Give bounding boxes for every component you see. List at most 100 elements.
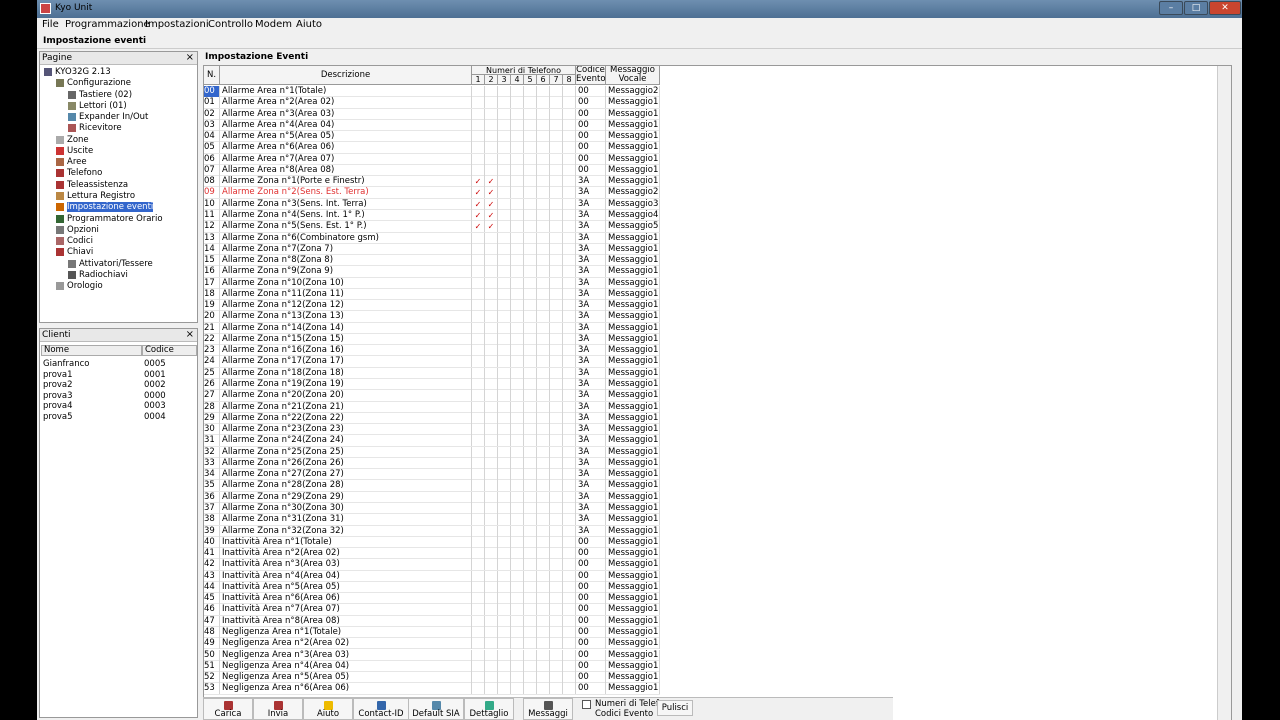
cell-phone-6[interactable] bbox=[537, 311, 550, 323]
cell-phone-3[interactable] bbox=[498, 209, 511, 221]
cell-phone-6[interactable] bbox=[537, 604, 550, 616]
cell-phone-6[interactable] bbox=[537, 491, 550, 503]
cell-descrizione[interactable]: Inattività Area n°3(Area 03) bbox=[220, 559, 472, 571]
cell-descrizione[interactable]: Allarme Area n°4(Area 04) bbox=[220, 119, 472, 131]
cell-phone-8[interactable] bbox=[563, 97, 576, 109]
cell-codice-evento[interactable]: 00 bbox=[576, 660, 606, 672]
cell-descrizione[interactable]: Inattività Area n°1(Totale) bbox=[220, 536, 472, 548]
cell-phone-7[interactable] bbox=[550, 412, 563, 424]
cell-codice-evento[interactable]: 3A bbox=[576, 209, 606, 221]
cell-phone-6[interactable] bbox=[537, 626, 550, 638]
cell-phone-3[interactable] bbox=[498, 683, 511, 695]
tree-item-lettori-01-[interactable]: Lettori (01) bbox=[79, 101, 127, 111]
cell-descrizione[interactable]: Allarme Zona n°6(Combinatore gsm) bbox=[220, 232, 472, 244]
cell-phone-3[interactable] bbox=[498, 367, 511, 379]
tree-item-opzioni[interactable]: Opzioni bbox=[67, 225, 99, 235]
cell-messaggio-vocale[interactable]: Messaggio3 bbox=[606, 198, 660, 210]
cell-phone-3[interactable] bbox=[498, 198, 511, 210]
cell-phone-8[interactable] bbox=[563, 209, 576, 221]
cell-phone-4[interactable] bbox=[511, 255, 524, 267]
cell-phone-1[interactable]: ✓ bbox=[472, 209, 485, 221]
cell-descrizione[interactable]: Allarme Zona n°14(Zona 14) bbox=[220, 322, 472, 334]
cell-n[interactable]: 40 bbox=[204, 536, 220, 548]
cell-codice-evento[interactable]: 00 bbox=[576, 672, 606, 684]
cell-phone-2[interactable] bbox=[485, 255, 498, 267]
table-row[interactable]: 20 Allarme Zona n°13(Zona 13) 3A Messaggio1 bbox=[204, 311, 660, 323]
cell-phone-8[interactable] bbox=[563, 176, 576, 188]
cell-phone-1[interactable] bbox=[472, 649, 485, 661]
cell-phone-2[interactable] bbox=[485, 502, 498, 514]
cell-phone-1[interactable] bbox=[472, 153, 485, 165]
cell-phone-7[interactable] bbox=[550, 502, 563, 514]
cell-phone-4[interactable] bbox=[511, 446, 524, 458]
pagine-close-icon[interactable]: × bbox=[186, 52, 194, 63]
cell-n[interactable]: 32 bbox=[204, 446, 220, 458]
cell-phone-4[interactable] bbox=[511, 683, 524, 695]
cell-phone-3[interactable] bbox=[498, 469, 511, 481]
cell-phone-7[interactable] bbox=[550, 221, 563, 233]
cell-n[interactable]: 08 bbox=[204, 176, 220, 188]
cell-phone-7[interactable] bbox=[550, 626, 563, 638]
cell-phone-5[interactable] bbox=[524, 356, 537, 368]
cell-phone-5[interactable] bbox=[524, 469, 537, 481]
cell-phone-7[interactable] bbox=[550, 153, 563, 165]
cell-phone-4[interactable] bbox=[511, 333, 524, 345]
cell-phone-6[interactable] bbox=[537, 142, 550, 154]
cell-phone-5[interactable] bbox=[524, 198, 537, 210]
cell-phone-7[interactable] bbox=[550, 243, 563, 255]
cell-phone-6[interactable] bbox=[537, 97, 550, 109]
cell-phone-6[interactable] bbox=[537, 435, 550, 447]
cell-phone-8[interactable] bbox=[563, 626, 576, 638]
cell-descrizione[interactable]: Allarme Zona n°29(Zona 29) bbox=[220, 491, 472, 503]
cell-n[interactable]: 39 bbox=[204, 525, 220, 537]
cell-phone-4[interactable] bbox=[511, 570, 524, 582]
toolbar-carica-button[interactable]: Carica bbox=[203, 698, 253, 720]
cell-phone-2[interactable] bbox=[485, 164, 498, 176]
cell-phone-2[interactable] bbox=[485, 266, 498, 278]
cell-phone-6[interactable] bbox=[537, 559, 550, 571]
cell-phone-1[interactable] bbox=[472, 266, 485, 278]
cell-codice-evento[interactable]: 3A bbox=[576, 232, 606, 244]
cell-phone-8[interactable] bbox=[563, 198, 576, 210]
cell-phone-2[interactable] bbox=[485, 379, 498, 391]
cell-n[interactable]: 21 bbox=[204, 322, 220, 334]
cell-descrizione[interactable]: Allarme Area n°1(Totale) bbox=[220, 86, 472, 97]
col-nome[interactable]: Nome bbox=[41, 345, 142, 356]
cell-phone-5[interactable] bbox=[524, 548, 537, 560]
cell-codice-evento[interactable]: 3A bbox=[576, 390, 606, 402]
cell-phone-3[interactable] bbox=[498, 491, 511, 503]
cell-phone-8[interactable] bbox=[563, 153, 576, 165]
cell-n[interactable]: 29 bbox=[204, 412, 220, 424]
cell-n[interactable]: 38 bbox=[204, 514, 220, 526]
col-phone-3[interactable]: 3 bbox=[498, 75, 511, 85]
cell-descrizione[interactable]: Allarme Zona n°17(Zona 17) bbox=[220, 356, 472, 368]
cell-phone-5[interactable] bbox=[524, 672, 537, 684]
cell-n[interactable]: 00 bbox=[204, 86, 220, 97]
cell-phone-1[interactable]: ✓ bbox=[472, 198, 485, 210]
cell-phone-4[interactable] bbox=[511, 491, 524, 503]
cell-phone-2[interactable] bbox=[485, 333, 498, 345]
cell-phone-1[interactable] bbox=[472, 424, 485, 436]
cell-descrizione[interactable]: Inattività Area n°5(Area 05) bbox=[220, 581, 472, 593]
cell-codice-evento[interactable]: 00 bbox=[576, 570, 606, 582]
cell-phone-5[interactable] bbox=[524, 255, 537, 267]
cell-phone-6[interactable] bbox=[537, 221, 550, 233]
cell-phone-7[interactable] bbox=[550, 581, 563, 593]
cell-messaggio-vocale[interactable]: Messaggio1 bbox=[606, 536, 660, 548]
cell-descrizione[interactable]: Inattività Area n°2(Area 02) bbox=[220, 548, 472, 560]
menu-aiuto[interactable]: Aiuto bbox=[296, 19, 322, 30]
cell-codice-evento[interactable]: 00 bbox=[576, 593, 606, 605]
cell-phone-8[interactable] bbox=[563, 300, 576, 312]
cell-phone-8[interactable] bbox=[563, 390, 576, 402]
cell-n[interactable]: 26 bbox=[204, 379, 220, 391]
cell-phone-4[interactable] bbox=[511, 176, 524, 188]
cell-codice-evento[interactable]: 00 bbox=[576, 536, 606, 548]
cell-descrizione[interactable]: Allarme Zona n°11(Zona 11) bbox=[220, 288, 472, 300]
cell-messaggio-vocale[interactable]: Messaggio1 bbox=[606, 97, 660, 109]
cell-messaggio-vocale[interactable]: Messaggio1 bbox=[606, 311, 660, 323]
cell-phone-5[interactable] bbox=[524, 300, 537, 312]
numeri-telefono-checkbox[interactable] bbox=[582, 700, 591, 709]
cell-phone-4[interactable] bbox=[511, 525, 524, 537]
cell-phone-8[interactable] bbox=[563, 288, 576, 300]
cell-descrizione[interactable]: Negligenza Area n°3(Area 03) bbox=[220, 649, 472, 661]
